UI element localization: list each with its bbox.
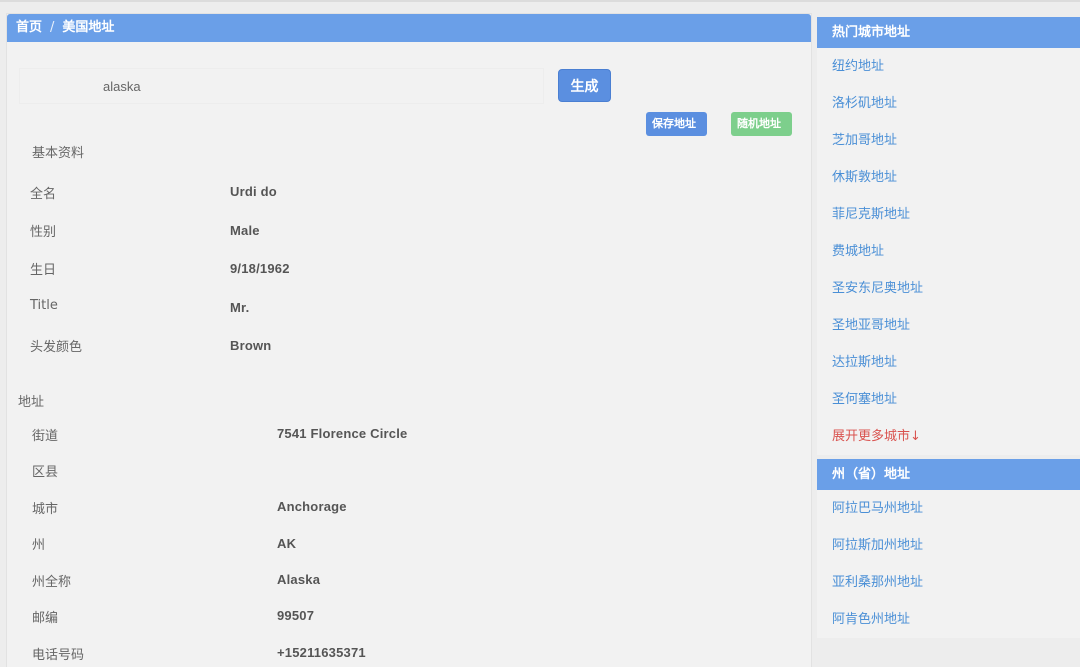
- phone-label: 电话号码: [32, 648, 85, 663]
- hair-color-label: 头发颜色: [30, 340, 83, 355]
- generate-button[interactable]: 生成: [558, 69, 611, 102]
- gender-value: Male: [230, 223, 260, 238]
- sidebar: 热门城市地址 纽约地址 洛杉矶地址 芝加哥地址 休斯敦地址 菲尼克斯地址 费城地…: [817, 17, 1080, 667]
- search-row: 生成: [19, 68, 611, 104]
- address-title: 地址: [18, 395, 45, 410]
- phone-value: +15211635371: [277, 645, 366, 660]
- city-label: 城市: [32, 502, 59, 517]
- hot-cities-list: 纽约地址 洛杉矶地址 芝加哥地址 休斯敦地址 菲尼克斯地址 费城地址 圣安东尼奥…: [817, 48, 1080, 455]
- city-link-san-antonio[interactable]: 圣安东尼奥地址: [832, 270, 1080, 307]
- city-link-new-york[interactable]: 纽约地址: [832, 48, 1080, 85]
- birthday-label: 生日: [30, 263, 57, 278]
- state-link-alaska[interactable]: 阿拉斯加州地址: [832, 527, 1080, 564]
- state-value: AK: [277, 536, 297, 551]
- hair-color-value: Brown: [230, 338, 272, 353]
- city-link-chicago[interactable]: 芝加哥地址: [832, 122, 1080, 159]
- breadcrumb-home[interactable]: 首页: [16, 20, 42, 35]
- fullname-value: Urdi do: [230, 184, 277, 199]
- states-list: 阿拉巴马州地址 阿拉斯加州地址 亚利桑那州地址 阿肯色州地址: [817, 490, 1080, 638]
- address-panel: 首页/美国地址 生成 保存地址 随机地址 基本资料 全名 Urdi do 性别 …: [6, 13, 812, 667]
- city-link-dallas[interactable]: 达拉斯地址: [832, 344, 1080, 381]
- city-link-philadelphia[interactable]: 费城地址: [832, 233, 1080, 270]
- breadcrumb-current[interactable]: 美国地址: [62, 20, 114, 35]
- zipcode-value: 99507: [277, 608, 315, 623]
- title-label: Title: [30, 298, 58, 313]
- street-value: 7541 Florence Circle: [277, 426, 408, 441]
- random-address-button[interactable]: 随机地址: [731, 112, 792, 136]
- fullname-label: 全名: [30, 187, 57, 202]
- save-address-button[interactable]: 保存地址: [646, 112, 707, 136]
- city-link-phoenix[interactable]: 菲尼克斯地址: [832, 196, 1080, 233]
- hot-cities-header: 热门城市地址: [817, 17, 1080, 48]
- breadcrumb-separator: /: [50, 20, 55, 35]
- state-search-input[interactable]: [19, 68, 544, 104]
- title-value: Mr.: [230, 300, 250, 315]
- state-fullname-label: 州全称: [32, 575, 72, 590]
- state-link-arizona[interactable]: 亚利桑那州地址: [832, 564, 1080, 601]
- city-link-san-jose[interactable]: 圣何塞地址: [832, 381, 1080, 418]
- city-link-houston[interactable]: 休斯敦地址: [832, 159, 1080, 196]
- city-link-san-diego[interactable]: 圣地亚哥地址: [832, 307, 1080, 344]
- state-fullname-value: Alaska: [277, 572, 321, 587]
- top-border: [0, 0, 1080, 2]
- states-header: 州（省）地址: [817, 459, 1080, 490]
- city-value: Anchorage: [277, 499, 347, 514]
- birthday-value: 9/18/1962: [230, 261, 290, 276]
- state-label: 州: [32, 538, 46, 553]
- basic-info-title: 基本资料: [32, 146, 85, 161]
- expand-more-cities-link[interactable]: 展开更多城市↓: [832, 418, 1080, 455]
- breadcrumb: 首页 / 美国地址: [7, 14, 811, 42]
- street-label: 街道: [32, 429, 59, 444]
- zipcode-label: 邮编: [32, 611, 59, 626]
- gender-label: 性别: [30, 225, 57, 240]
- state-link-alabama[interactable]: 阿拉巴马州地址: [832, 490, 1080, 527]
- county-label: 区县: [32, 465, 59, 480]
- state-link-arkansas[interactable]: 阿肯色州地址: [832, 601, 1080, 638]
- city-link-los-angeles[interactable]: 洛杉矶地址: [832, 85, 1080, 122]
